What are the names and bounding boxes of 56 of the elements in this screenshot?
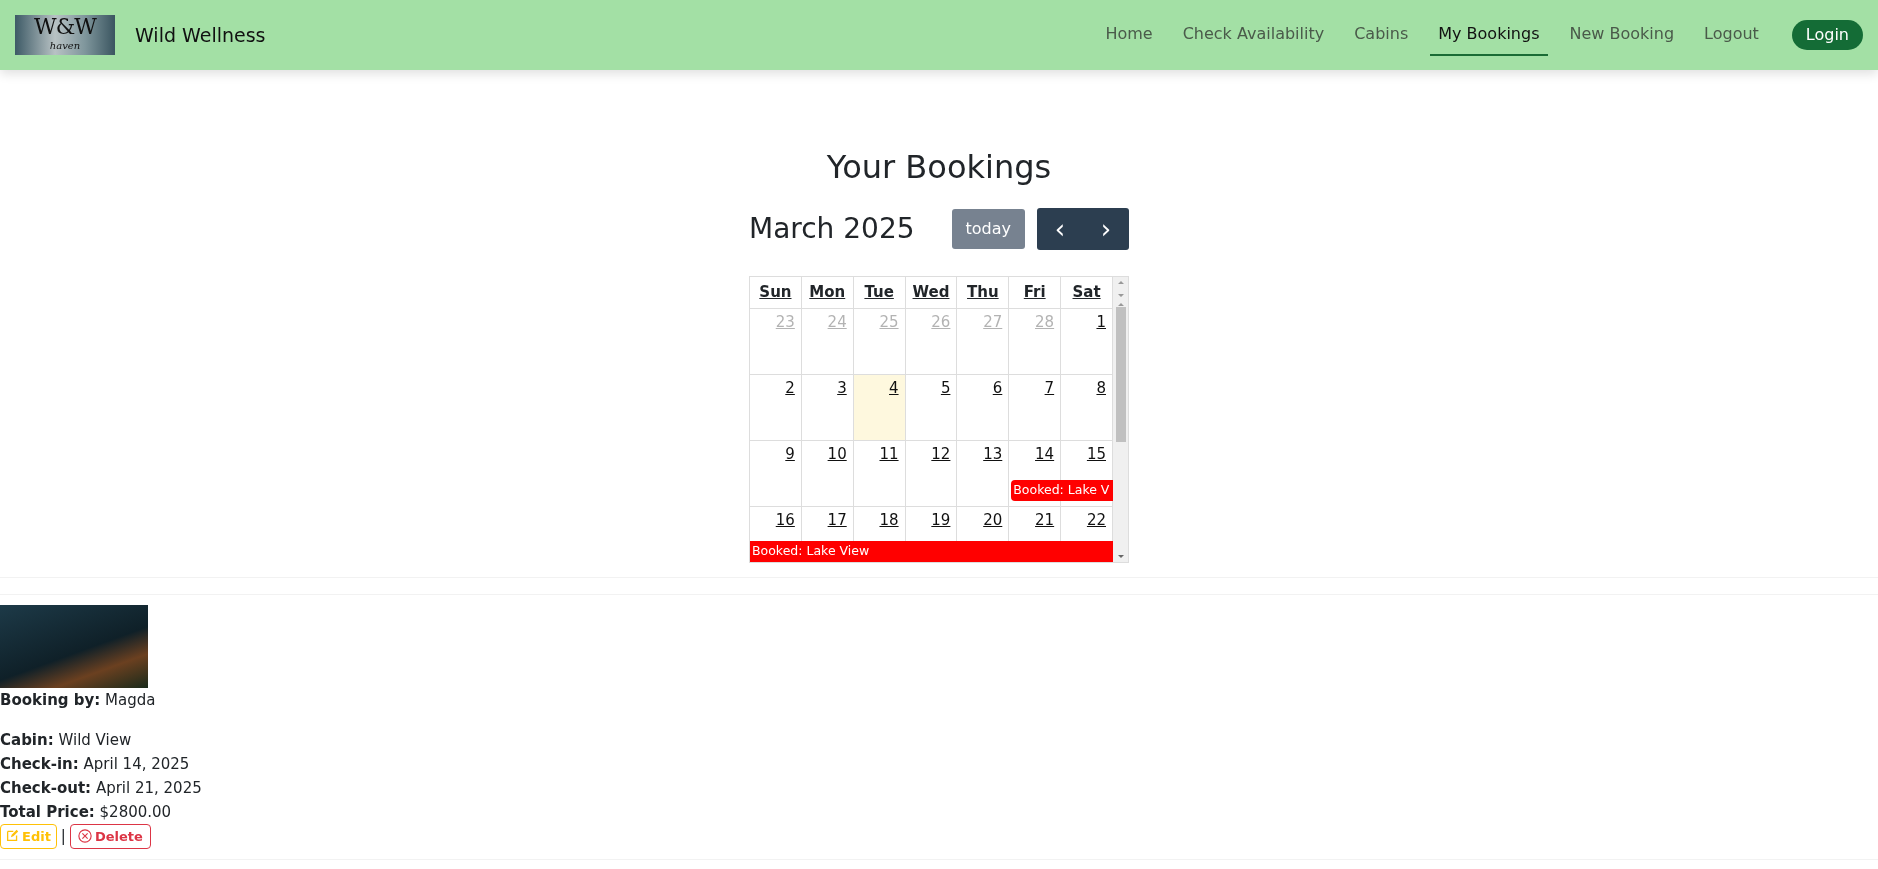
nav-link[interactable]: Home [1097,14,1161,56]
booking-event[interactable]: Booked: Lake View [750,541,1113,562]
day-number[interactable]: 7 [1044,378,1055,397]
day-number[interactable]: 20 [983,510,1003,529]
weekday-header: Mon [801,277,854,309]
day-number[interactable]: 9 [785,444,795,463]
scrollbar[interactable] [1113,277,1128,562]
detail-text: Check-in: April 14, 2025 [0,753,191,775]
weekday-header: Fri [1009,277,1062,309]
separator-text: | [60,826,66,848]
day-number[interactable]: 3 [837,378,847,397]
calendar-title: March 2025 [749,211,915,248]
day-number[interactable]: 18 [879,510,899,529]
day-number[interactable]: 19 [931,510,951,529]
day-number[interactable]: 6 [992,378,1003,397]
detail-text: Total Price: $2800.00 [0,801,173,823]
edit-icon [6,828,19,842]
day-number[interactable]: 10 [827,444,847,463]
day-number[interactable]: 17 [827,510,847,529]
nav-link[interactable]: Check Availability [1174,14,1333,56]
next-month-button[interactable]: › [1083,208,1129,251]
day-number[interactable]: 1 [1096,312,1106,331]
nav-link[interactable]: New Booking [1561,14,1683,56]
detail-text: Check-out: April 21, 2025 [0,777,203,799]
delete-button[interactable]: Delete [69,823,151,850]
nav-link[interactable]: My Bookings [1430,14,1548,56]
logo-image[interactable]: W&W haven [15,15,115,55]
day-number[interactable]: 15 [1086,444,1106,463]
weekday-header: Tue [853,277,906,309]
day-number[interactable]: 14 [1035,444,1055,463]
today-button[interactable]: today [951,209,1025,250]
booking-by-text: Booking by: Magda [0,689,157,711]
brand-name[interactable]: Wild Wellness [135,20,266,50]
day-number[interactable]: 12 [931,444,951,463]
day-number[interactable]: 5 [940,378,951,397]
logo-subtext: haven [48,39,82,52]
logo-text: W&W [33,15,98,39]
close-circle-icon [77,828,92,843]
day-number[interactable]: 22 [1086,510,1106,529]
page-title: Your Bookings [825,148,1053,187]
day-number[interactable]: 8 [1096,378,1106,397]
day-number[interactable]: 21 [1035,510,1055,529]
prev-month-button[interactable]: ‹ [1037,208,1083,251]
booking-event[interactable]: Booked: Lake V [1011,480,1113,501]
weekday-header: Thu [957,277,1010,309]
day-number[interactable]: 4 [889,378,899,397]
day-number[interactable]: 16 [775,510,795,529]
day-number[interactable]: 13 [983,444,1003,463]
weekday-header: Wed [905,277,958,309]
day-number[interactable]: 11 [879,444,899,463]
weekday-header: Sun [750,277,802,309]
day-number[interactable]: 2 [785,378,795,397]
nav-link[interactable]: Cabins [1346,14,1417,56]
detail-text: Cabin: Wild View [0,729,133,751]
nav-link[interactable]: Logout [1696,14,1767,56]
login-button[interactable]: Login [1791,20,1863,50]
